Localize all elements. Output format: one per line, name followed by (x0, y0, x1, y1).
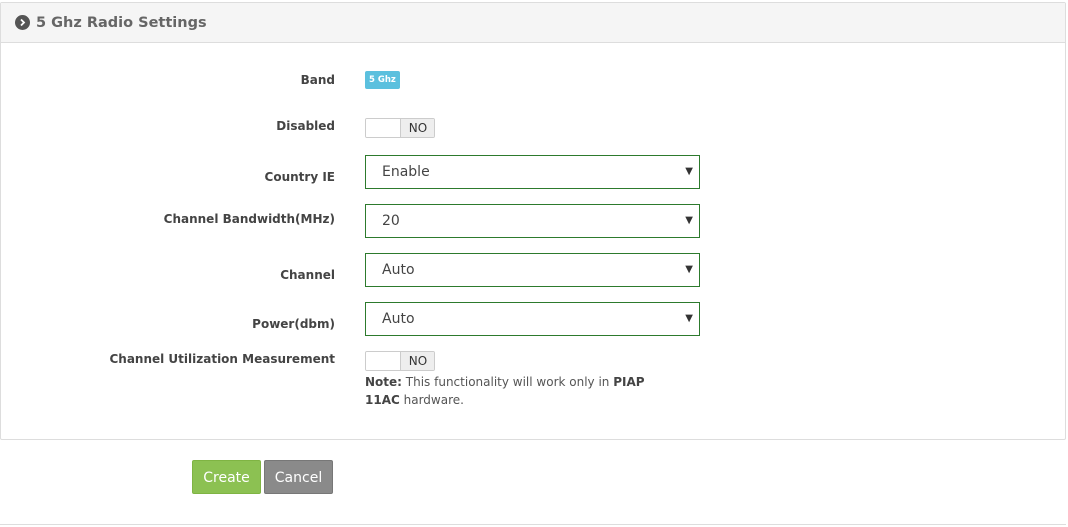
dropdown-arrow-icon: ▼ (685, 313, 693, 324)
toggle-knob (366, 352, 401, 370)
panel-title: 5 Ghz Radio Settings (36, 14, 207, 31)
channel-bandwidth-label: Channel Bandwidth(MHz) (163, 212, 335, 226)
dropdown-arrow-icon: ▼ (685, 215, 693, 226)
form-actions: Create Cancel (0, 440, 1066, 525)
hardware-note: Note: This functionality will work only … (365, 373, 665, 409)
band-label: Band (300, 73, 335, 87)
power-label: Power(dbm) (252, 317, 335, 331)
select-value: Auto (382, 311, 415, 327)
select-value: 20 (382, 213, 400, 229)
note-prefix: Note: (365, 375, 402, 389)
toggle-state-label: NO (400, 352, 434, 370)
note-text: This functionality will work only in (401, 375, 614, 389)
channel-select[interactable]: Auto ▼ (365, 253, 700, 287)
dropdown-arrow-icon: ▼ (685, 166, 693, 177)
note-text-end: hardware. (399, 393, 464, 407)
disabled-label: Disabled (276, 119, 335, 133)
power-select[interactable]: Auto ▼ (365, 302, 700, 336)
select-value: Enable (382, 164, 430, 180)
channel-label: Channel (280, 268, 335, 282)
channel-utilization-label: Channel Utilization Measurement (109, 352, 335, 366)
channel-bandwidth-select[interactable]: 20 ▼ (365, 204, 700, 238)
country-ie-select[interactable]: Enable ▼ (365, 155, 700, 189)
channel-utilization-toggle[interactable]: NO (365, 351, 435, 371)
toggle-knob (366, 119, 401, 137)
country-ie-label: Country IE (264, 170, 335, 184)
panel-header[interactable]: 5 Ghz Radio Settings (1, 3, 1065, 43)
chevron-circle-right-icon (15, 15, 30, 30)
cancel-button[interactable]: Cancel (264, 460, 333, 494)
create-button[interactable]: Create (192, 460, 261, 494)
select-value: Auto (382, 262, 415, 278)
toggle-state-label: NO (400, 119, 434, 137)
band-badge: 5 Ghz (365, 71, 400, 89)
dropdown-arrow-icon: ▼ (685, 264, 693, 275)
disabled-toggle[interactable]: NO (365, 118, 435, 138)
